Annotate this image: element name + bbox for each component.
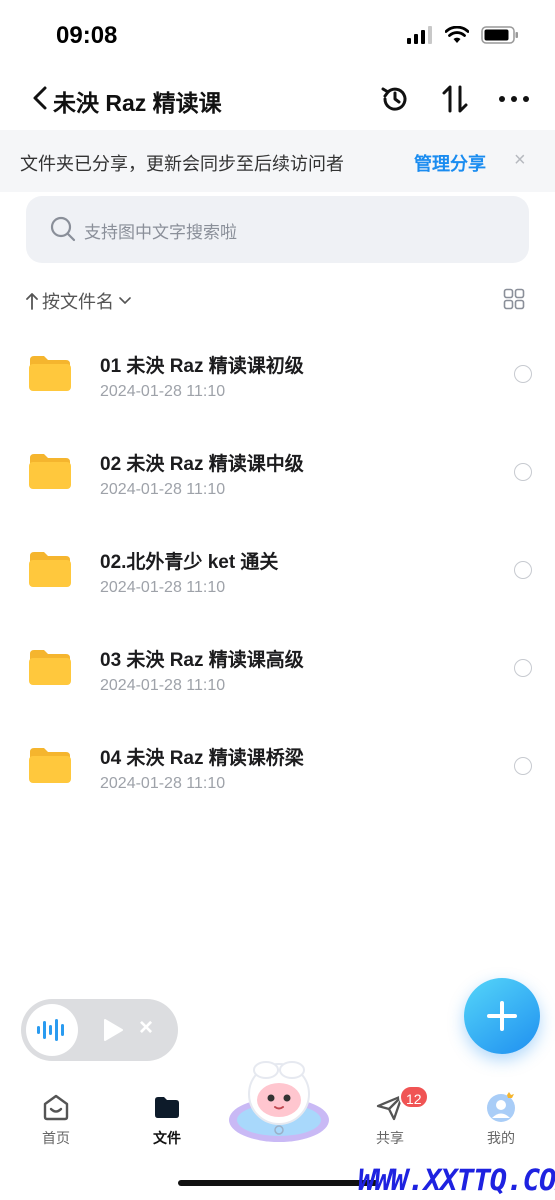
select-checkbox[interactable]	[514, 365, 532, 383]
list-item[interactable]: 04 未泱 Raz 精读课桥梁 2024-01-28 11:10	[0, 716, 555, 814]
folder-icon	[29, 552, 71, 587]
more-icon	[499, 96, 529, 102]
battery-icon	[481, 26, 518, 44]
select-checkbox[interactable]	[514, 463, 532, 481]
avatar-icon	[487, 1092, 515, 1122]
wifi-icon	[445, 26, 469, 43]
status-time: 09:08	[56, 22, 118, 49]
file-date: 2024-01-28 11:10	[100, 775, 226, 792]
sort-bar: 按文件名	[26, 286, 529, 314]
back-icon	[33, 86, 47, 110]
folder-icon	[29, 650, 71, 685]
page-title: 未泱 Raz 精读课	[53, 90, 222, 116]
tab-files[interactable]: 文件	[127, 1092, 207, 1148]
file-name: 02.北外青少 ket 通关	[100, 552, 279, 573]
close-banner-button[interactable]: ×	[514, 149, 526, 172]
tab-label: 文件	[153, 1130, 181, 1146]
back-button[interactable]	[30, 84, 52, 112]
nav-bar: 未泱 Raz 精读课	[0, 70, 555, 128]
home-icon	[43, 1094, 69, 1121]
file-date: 2024-01-28 11:10	[100, 677, 226, 694]
folder-icon	[29, 748, 71, 783]
audio-player[interactable]: ×	[21, 999, 178, 1061]
search-input[interactable]: 支持图中文字搜索啦	[26, 196, 529, 263]
list-item[interactable]: 02 未泱 Raz 精读课中级 2024-01-28 11:10	[0, 422, 555, 520]
tab-label: 首页	[42, 1130, 70, 1146]
select-checkbox[interactable]	[514, 561, 532, 579]
audio-wave-button[interactable]	[26, 1004, 78, 1056]
folder-icon	[29, 454, 71, 489]
manage-share-link[interactable]: 管理分享	[414, 150, 486, 176]
history-button[interactable]	[378, 82, 412, 116]
grid-view-icon[interactable]	[503, 288, 525, 310]
file-name: 03 未泱 Raz 精读课高级	[100, 650, 304, 671]
notification-badge: 12	[399, 1085, 429, 1109]
history-icon	[381, 87, 407, 111]
sort-label: 按文件名	[42, 292, 114, 312]
folder-icon	[155, 1097, 179, 1118]
home-indicator	[178, 1180, 378, 1186]
tab-label: 共享	[376, 1130, 404, 1146]
file-name: 02 未泱 Raz 精读课中级	[100, 454, 304, 475]
signal-icon	[407, 26, 432, 44]
list-item[interactable]: 03 未泱 Raz 精读课高级 2024-01-28 11:10	[0, 618, 555, 716]
status-bar: 09:08	[0, 0, 555, 70]
select-checkbox[interactable]	[514, 659, 532, 677]
sort-transfer-button[interactable]	[438, 82, 472, 116]
search-placeholder: 支持图中文字搜索啦	[84, 223, 237, 242]
search-icon	[50, 216, 76, 242]
sort-transfer-icon	[442, 85, 468, 113]
watermark-text: WWW.XXTTQ.COM	[358, 1163, 555, 1197]
chevron-down-icon	[119, 297, 131, 304]
file-name: 01 未泱 Raz 精读课初级	[100, 356, 304, 377]
audio-wave-icon	[37, 1019, 64, 1041]
file-date: 2024-01-28 11:10	[100, 579, 226, 596]
tab-home[interactable]: 首页	[16, 1092, 96, 1148]
share-notice-text: 文件夹已分享，更新会同步至后续访问者	[20, 154, 344, 174]
mascot-image[interactable]	[226, 1058, 332, 1144]
add-button[interactable]	[464, 978, 540, 1054]
more-button[interactable]	[497, 82, 531, 116]
file-name: 04 未泱 Raz 精读课桥梁	[100, 748, 304, 769]
file-list: 01 未泱 Raz 精读课初级 2024-01-28 11:10 02 未泱 R…	[0, 324, 555, 814]
tab-bar: 首页 文件 共享 我的	[0, 1061, 555, 1170]
file-date: 2024-01-28 11:10	[100, 481, 226, 498]
arrow-up-icon	[26, 293, 38, 310]
select-checkbox[interactable]	[514, 757, 532, 775]
sort-dropdown[interactable]: 按文件名	[26, 288, 132, 314]
share-banner: 文件夹已分享，更新会同步至后续访问者 管理分享 ×	[0, 130, 555, 192]
folder-icon	[29, 356, 71, 391]
status-icons	[407, 26, 519, 44]
file-date: 2024-01-28 11:10	[100, 383, 226, 400]
tab-profile[interactable]: 我的	[461, 1092, 541, 1148]
play-icon[interactable]	[101, 1017, 125, 1043]
list-item[interactable]: 01 未泱 Raz 精读课初级 2024-01-28 11:10	[0, 324, 555, 422]
tab-label: 我的	[487, 1130, 515, 1146]
close-player-button[interactable]: ×	[139, 1014, 153, 1042]
plus-icon	[487, 1001, 517, 1031]
list-item[interactable]: 02.北外青少 ket 通关 2024-01-28 11:10	[0, 520, 555, 618]
